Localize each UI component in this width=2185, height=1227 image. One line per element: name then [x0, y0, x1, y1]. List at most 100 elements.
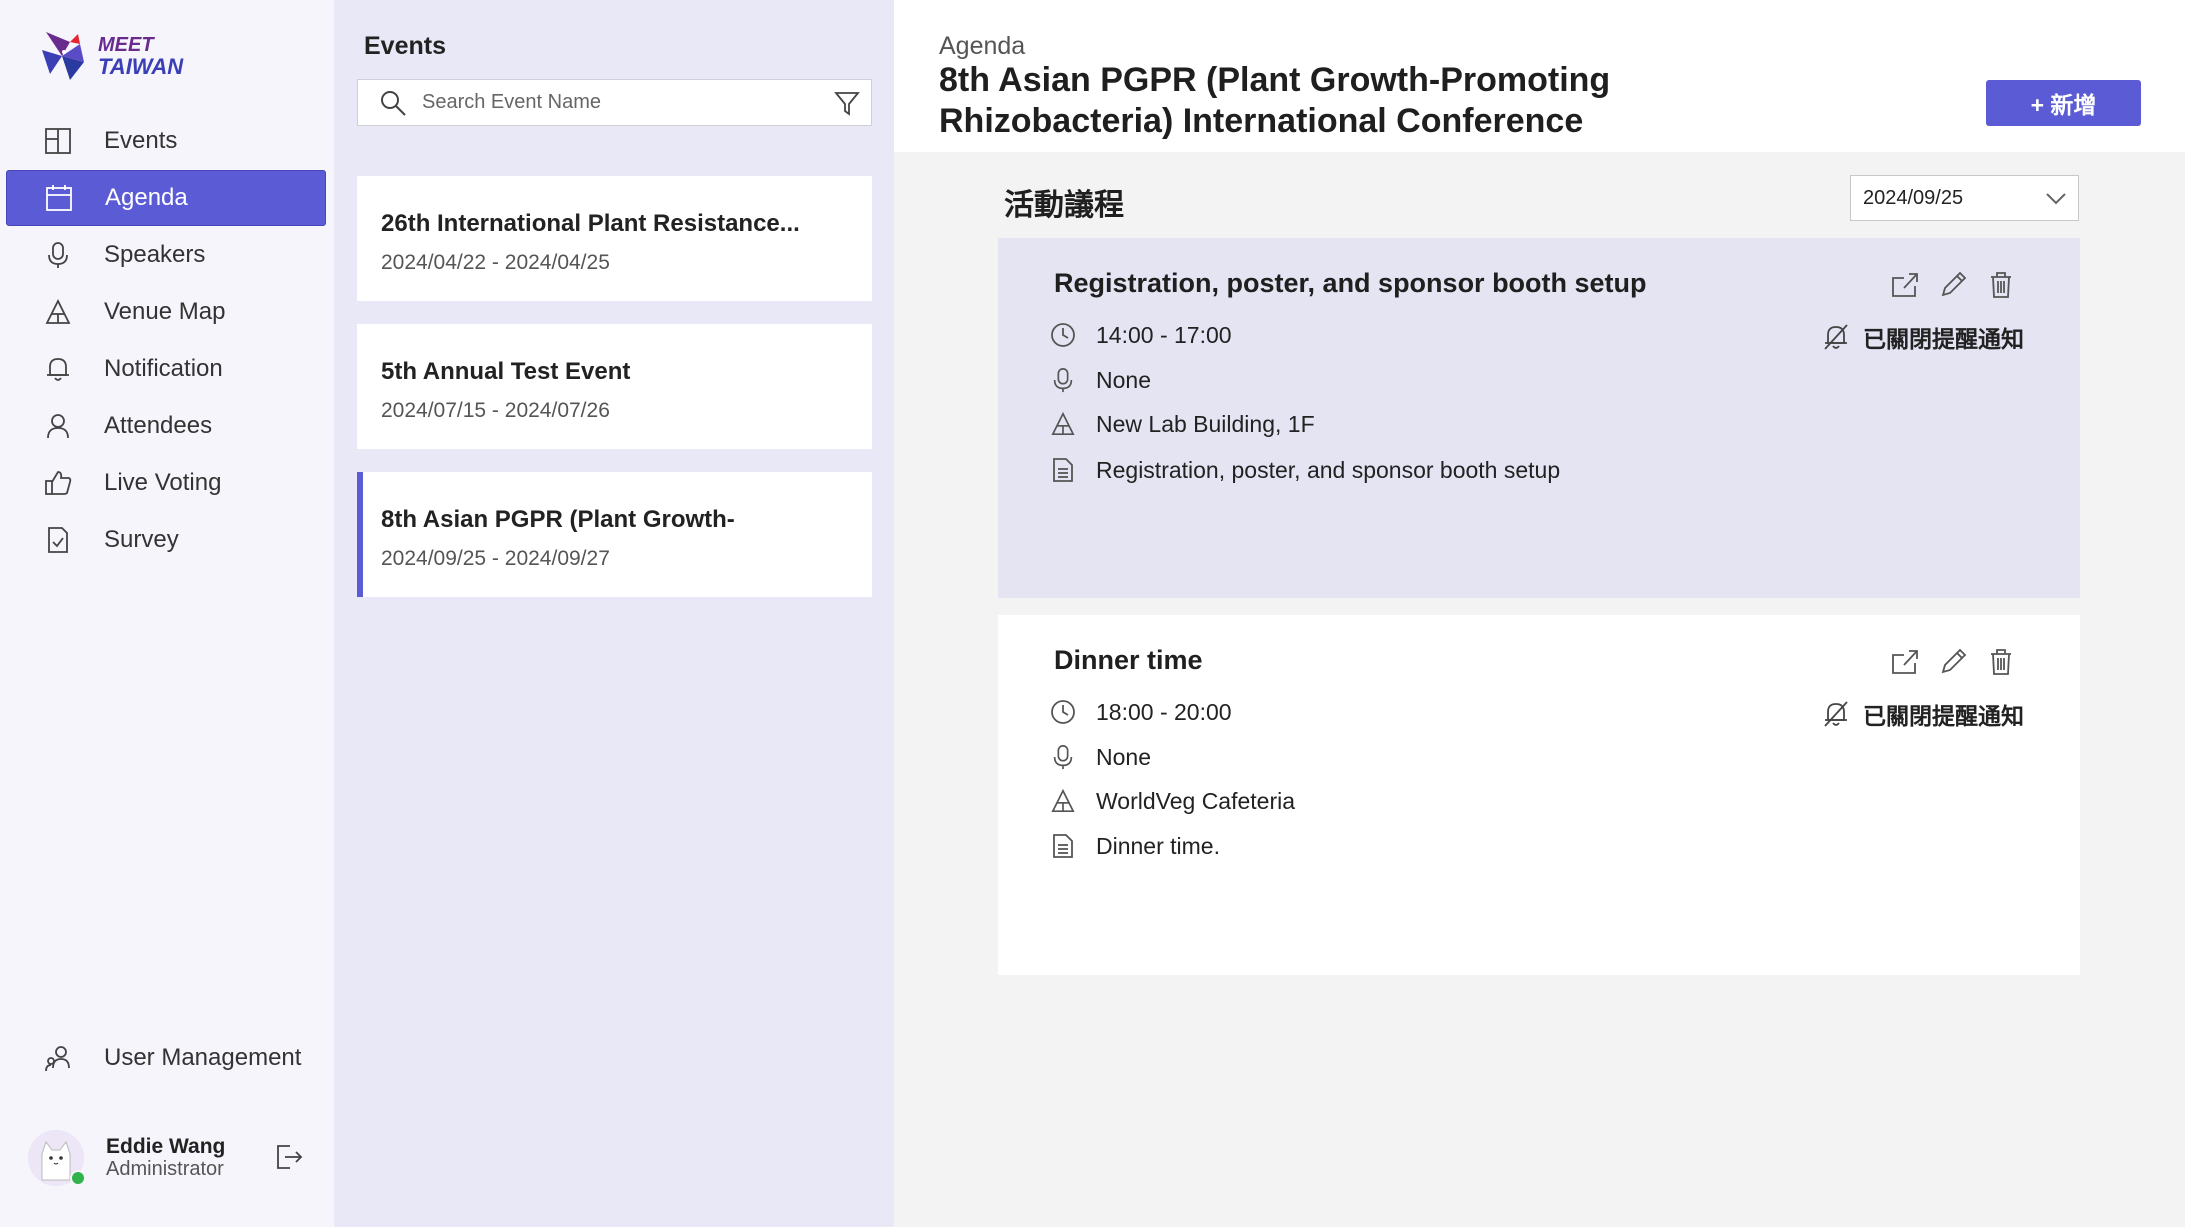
chevron-down-icon: [2046, 193, 2066, 205]
event-card[interactable]: 26th International Plant Resistance... 2…: [357, 176, 872, 301]
filter-icon[interactable]: [833, 89, 861, 117]
agenda-location: New Lab Building, 1F: [1096, 410, 1315, 437]
event-dates: 2024/09/25 - 2024/09/27: [381, 547, 610, 570]
share-icon[interactable]: [1890, 647, 1920, 677]
events-panel-title: Events: [364, 32, 446, 60]
search-box: [357, 79, 872, 126]
date-select-value: 2024/09/25: [1863, 186, 1964, 209]
main-header: Agenda 8th Asian PGPR (Plant Growth-Prom…: [894, 0, 2185, 152]
sidebar-item-agenda[interactable]: Agenda: [6, 170, 326, 226]
agenda-speaker: None: [1096, 366, 1151, 393]
agenda-description-row: Dinner time.: [1048, 829, 1220, 863]
sidebar-item-label: Speakers: [104, 241, 206, 268]
bell-off-icon: [1824, 701, 1848, 727]
agenda-time: 18:00 - 20:00: [1096, 698, 1232, 725]
sidebar-item-user-management[interactable]: User Management: [6, 1030, 326, 1086]
agenda-location-row: WorldVeg Cafeteria: [1048, 784, 1295, 818]
agenda-title: Dinner time: [1054, 645, 1203, 675]
share-icon[interactable]: [1890, 270, 1920, 300]
bell-icon: [42, 353, 74, 385]
agenda-location-row: New Lab Building, 1F: [1048, 407, 1315, 441]
user-profile: Eddie Wang Administrator: [28, 1128, 318, 1188]
search-icon: [381, 90, 406, 116]
sidebar-item-label: Venue Map: [104, 298, 226, 325]
venue-map-icon: [42, 296, 74, 328]
venue-map-icon: [1048, 786, 1078, 816]
logo-mark-icon: [42, 32, 84, 80]
agenda-time-row: 14:00 - 17:00: [1048, 318, 1232, 352]
sidebar-item-live-voting[interactable]: Live Voting: [6, 455, 326, 511]
microphone-icon: [1048, 742, 1078, 772]
events-icon: [42, 125, 74, 157]
agenda-location: WorldVeg Cafeteria: [1096, 787, 1296, 814]
sidebar-item-label: Survey: [104, 526, 179, 553]
survey-icon: [42, 524, 74, 556]
agenda-speaker: None: [1096, 743, 1151, 770]
event-name: 26th International Plant Resistance...: [381, 210, 800, 237]
document-icon: [1048, 455, 1078, 485]
microphone-icon: [42, 239, 74, 271]
agenda-title: Registration, poster, and sponsor booth …: [1054, 268, 1647, 298]
agenda-speaker-row: None: [1048, 740, 1151, 774]
agenda-description: Registration, poster, and sponsor booth …: [1096, 456, 1561, 483]
logout-icon[interactable]: [274, 1142, 304, 1172]
microphone-icon: [1048, 365, 1078, 395]
date-select[interactable]: 2024/09/25: [1850, 175, 2079, 221]
sidebar-item-label: Events: [104, 127, 178, 154]
edit-icon[interactable]: [1938, 647, 1968, 677]
section-title: 活動議程: [1004, 189, 1124, 222]
sidebar-item-attendees[interactable]: Attendees: [6, 398, 326, 454]
sidebar-item-label: Notification: [104, 355, 223, 382]
event-card[interactable]: 5th Annual Test Event 2024/07/15 - 2024/…: [357, 324, 872, 449]
sidebar-nav: Events Agenda Speakers Venue Map Notific…: [6, 113, 326, 569]
page-title: 8th Asian PGPR (Plant Growth-Promoting R…: [939, 61, 1611, 140]
search-input[interactable]: [422, 91, 812, 114]
notification-toggle[interactable]: 已關閉提醒通知: [1821, 697, 2024, 731]
event-card-selected[interactable]: 8th Asian PGPR (Plant Growth- 2024/09/25…: [357, 472, 872, 597]
users-icon: [42, 1042, 74, 1074]
sidebar-item-notification[interactable]: Notification: [6, 341, 326, 397]
event-dates: 2024/07/15 - 2024/07/26: [381, 399, 610, 422]
breadcrumb: Agenda: [939, 32, 1026, 60]
bell-off-icon: [1824, 324, 1848, 350]
events-panel: Events 26th International Plant Resistan…: [334, 0, 894, 1227]
sidebar-item-venue-map[interactable]: Venue Map: [6, 284, 326, 340]
calendar-icon: [43, 182, 75, 214]
meet-taiwan-logo[interactable]: MEET TAIWAN: [40, 28, 183, 84]
agenda-card: Dinner time 已關閉提醒通知 18:00 - 20:00 None W…: [998, 615, 2080, 975]
clock-icon: [1048, 320, 1078, 350]
sidebar-item-survey[interactable]: Survey: [6, 512, 326, 568]
notification-status: 已關閉提醒通知: [1863, 326, 2024, 352]
event-name: 8th Asian PGPR (Plant Growth-: [381, 506, 735, 533]
edit-icon[interactable]: [1938, 270, 1968, 300]
avatar[interactable]: [28, 1130, 86, 1186]
user-role: Administrator: [106, 1158, 224, 1180]
agenda-time-row: 18:00 - 20:00: [1048, 695, 1232, 729]
agenda-time: 14:00 - 17:00: [1096, 321, 1232, 348]
agenda-description: Dinner time.: [1096, 832, 1220, 859]
agenda-speaker-row: None: [1048, 363, 1151, 397]
event-dates: 2024/04/22 - 2024/04/25: [381, 251, 610, 274]
notification-status: 已關閉提醒通知: [1863, 703, 2024, 729]
user-name: Eddie Wang: [106, 1135, 226, 1158]
main-content: Agenda 8th Asian PGPR (Plant Growth-Prom…: [894, 0, 2185, 1227]
clock-icon: [1048, 697, 1078, 727]
sidebar-item-events[interactable]: Events: [6, 113, 326, 169]
sidebar-item-label: Agenda: [105, 184, 188, 211]
sidebar-item-label: Live Voting: [104, 469, 222, 496]
agenda-description-row: Registration, poster, and sponsor booth …: [1048, 453, 1560, 487]
delete-icon[interactable]: [1986, 270, 2016, 300]
delete-icon[interactable]: [1986, 647, 2016, 677]
event-name: 5th Annual Test Event: [381, 358, 631, 385]
brand-line2: TAIWAN: [98, 54, 184, 79]
document-icon: [1048, 831, 1078, 861]
brand-line1: MEET: [98, 34, 154, 56]
online-status-dot: [70, 1170, 86, 1186]
add-button[interactable]: + 新增: [1986, 80, 2141, 126]
notification-toggle[interactable]: 已關閉提醒通知: [1821, 320, 2024, 354]
sidebar-item-label: Attendees: [104, 412, 213, 439]
thumbs-up-icon: [42, 467, 74, 499]
agenda-card: Registration, poster, and sponsor booth …: [998, 238, 2080, 598]
sidebar-item-speakers[interactable]: Speakers: [6, 227, 326, 283]
venue-map-icon: [1048, 409, 1078, 439]
